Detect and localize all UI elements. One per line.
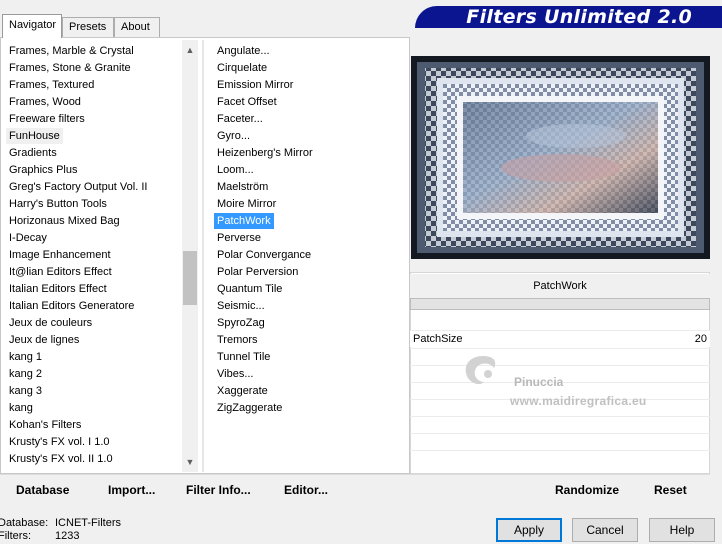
category-item[interactable]: Jeux de couleurs xyxy=(6,315,95,331)
category-item[interactable]: Krusty's FX vol. II 1.0 xyxy=(6,451,116,467)
reset-button[interactable]: Reset xyxy=(654,483,687,497)
filter-item[interactable]: Faceter... xyxy=(214,111,266,127)
filter-item[interactable]: Angulate... xyxy=(214,43,273,59)
filter-item[interactable]: Cirquelate xyxy=(214,60,270,76)
filter-item[interactable]: Gyro... xyxy=(214,128,253,144)
filter-item[interactable]: Vibes... xyxy=(214,366,257,382)
tab-navigator[interactable]: Navigator xyxy=(2,14,62,38)
param-divider xyxy=(410,416,710,417)
watermark-logo-icon xyxy=(465,356,496,385)
preview-image xyxy=(411,56,710,259)
category-list[interactable]: Frames, Marble & Crystal Frames, Stone & … xyxy=(6,40,182,472)
category-item[interactable]: Gradients xyxy=(6,145,60,161)
filter-item[interactable]: Loom... xyxy=(214,162,257,178)
filter-item[interactable]: Facet Offset xyxy=(214,94,280,110)
category-item[interactable]: Jeux de lignes xyxy=(6,332,82,348)
import-button[interactable]: Import... xyxy=(108,483,155,497)
watermark-url: www.maidiregrafica.eu xyxy=(510,394,647,408)
category-item[interactable]: Frames, Stone & Granite xyxy=(6,60,134,76)
watermark-name: Pinuccia xyxy=(514,375,564,389)
filter-item[interactable]: Xaggerate xyxy=(214,383,271,399)
filter-name-bar xyxy=(410,298,710,310)
status-database-value: ICNET-Filters xyxy=(55,517,121,529)
database-button[interactable]: Database xyxy=(16,483,69,497)
scroll-thumb[interactable] xyxy=(183,251,197,305)
tab-about[interactable]: About xyxy=(114,17,160,37)
category-item[interactable]: Kohan's Filters xyxy=(6,417,84,433)
filter-item[interactable]: Quantum Tile xyxy=(214,281,285,297)
category-item[interactable]: FunHouse xyxy=(6,128,63,144)
filter-item[interactable]: ZigZaggerate xyxy=(214,400,285,416)
help-button[interactable]: Help xyxy=(649,518,715,542)
category-item[interactable]: Frames, Textured xyxy=(6,77,97,93)
apply-button[interactable]: Apply xyxy=(496,518,562,542)
status-filters-value: 1233 xyxy=(55,530,80,542)
watermark: Pinuccia www.maidiregrafica.eu xyxy=(458,350,678,410)
filter-item[interactable]: Heizenberg's Mirror xyxy=(214,145,316,161)
category-item[interactable]: Harry's Button Tools xyxy=(6,196,110,212)
status-database-label: Database: xyxy=(0,517,49,529)
chevron-down-icon[interactable]: ▼ xyxy=(182,454,198,470)
category-item[interactable]: It@lian Editors Effect xyxy=(6,264,115,280)
param-divider xyxy=(410,348,710,349)
preview-graphic xyxy=(411,56,710,259)
chevron-up-icon[interactable]: ▲ xyxy=(182,42,198,58)
app-title: Filters Unlimited 2.0 xyxy=(466,6,692,28)
filter-info-button[interactable]: Filter Info... xyxy=(186,483,251,497)
category-item[interactable]: kang 2 xyxy=(6,366,45,382)
filter-item[interactable]: Tunnel Tile xyxy=(214,349,273,365)
filter-item[interactable]: Polar Convergance xyxy=(214,247,314,263)
randomize-button[interactable]: Randomize xyxy=(555,483,619,497)
category-item[interactable]: Freeware filters xyxy=(6,111,88,127)
preset-toolbar: Randomize Reset xyxy=(410,474,710,504)
category-item[interactable]: Frames, Marble & Crystal xyxy=(6,43,137,59)
selected-filter-name: PatchWork xyxy=(410,274,710,298)
category-item[interactable]: Image Enhancement xyxy=(6,247,114,263)
status-filters-label: Filters: xyxy=(0,530,31,542)
category-item[interactable]: Horizonaus Mixed Bag xyxy=(6,213,123,229)
filter-item[interactable]: Maelström xyxy=(214,179,271,195)
list-divider xyxy=(202,40,204,472)
param-divider xyxy=(410,433,710,434)
filter-item[interactable]: SpyroZag xyxy=(214,315,268,331)
filter-list[interactable]: Angulate... Cirquelate Emission Mirror Face… xyxy=(214,40,404,472)
bottom-toolbar: Database Import... Filter Info... Editor… xyxy=(0,474,410,504)
param-value[interactable]: 20 xyxy=(695,331,707,347)
category-item[interactable]: kang xyxy=(6,400,36,416)
filter-item[interactable]: Tremors xyxy=(214,332,261,348)
filter-item[interactable]: Polar Perversion xyxy=(214,264,301,280)
filter-item[interactable]: Moire Mirror xyxy=(214,196,279,212)
category-item[interactable]: kang 1 xyxy=(6,349,45,365)
tab-strip: Navigator Presets About xyxy=(0,0,410,38)
cancel-button[interactable]: Cancel xyxy=(572,518,638,542)
param-divider xyxy=(410,450,710,451)
editor-button[interactable]: Editor... xyxy=(284,483,328,497)
filter-item[interactable]: PatchWork xyxy=(214,213,274,229)
category-item[interactable]: Graphics Plus xyxy=(6,162,80,178)
filter-item[interactable]: Seismic... xyxy=(214,298,268,314)
filter-item[interactable]: Emission Mirror xyxy=(214,77,296,93)
category-item[interactable]: Krusty's FX vol. I 1.0 xyxy=(6,434,113,450)
category-item[interactable]: Italian Editors Effect xyxy=(6,281,110,297)
category-item[interactable]: Greg's Factory Output Vol. II xyxy=(6,179,150,195)
category-item[interactable]: kang 3 xyxy=(6,383,45,399)
param-row-patchsize[interactable]: PatchSize 20 xyxy=(410,331,710,347)
category-item[interactable]: I-Decay xyxy=(6,230,50,246)
filter-item[interactable]: Perverse xyxy=(214,230,264,246)
category-scrollbar[interactable]: ▲ ▼ xyxy=(182,40,198,472)
tab-presets[interactable]: Presets xyxy=(62,17,114,37)
header-banner: Filters Unlimited 2.0 xyxy=(415,6,722,28)
category-item[interactable]: Frames, Wood xyxy=(6,94,84,110)
category-item[interactable]: Italian Editors Generatore xyxy=(6,298,137,314)
param-label: PatchSize xyxy=(413,333,463,345)
